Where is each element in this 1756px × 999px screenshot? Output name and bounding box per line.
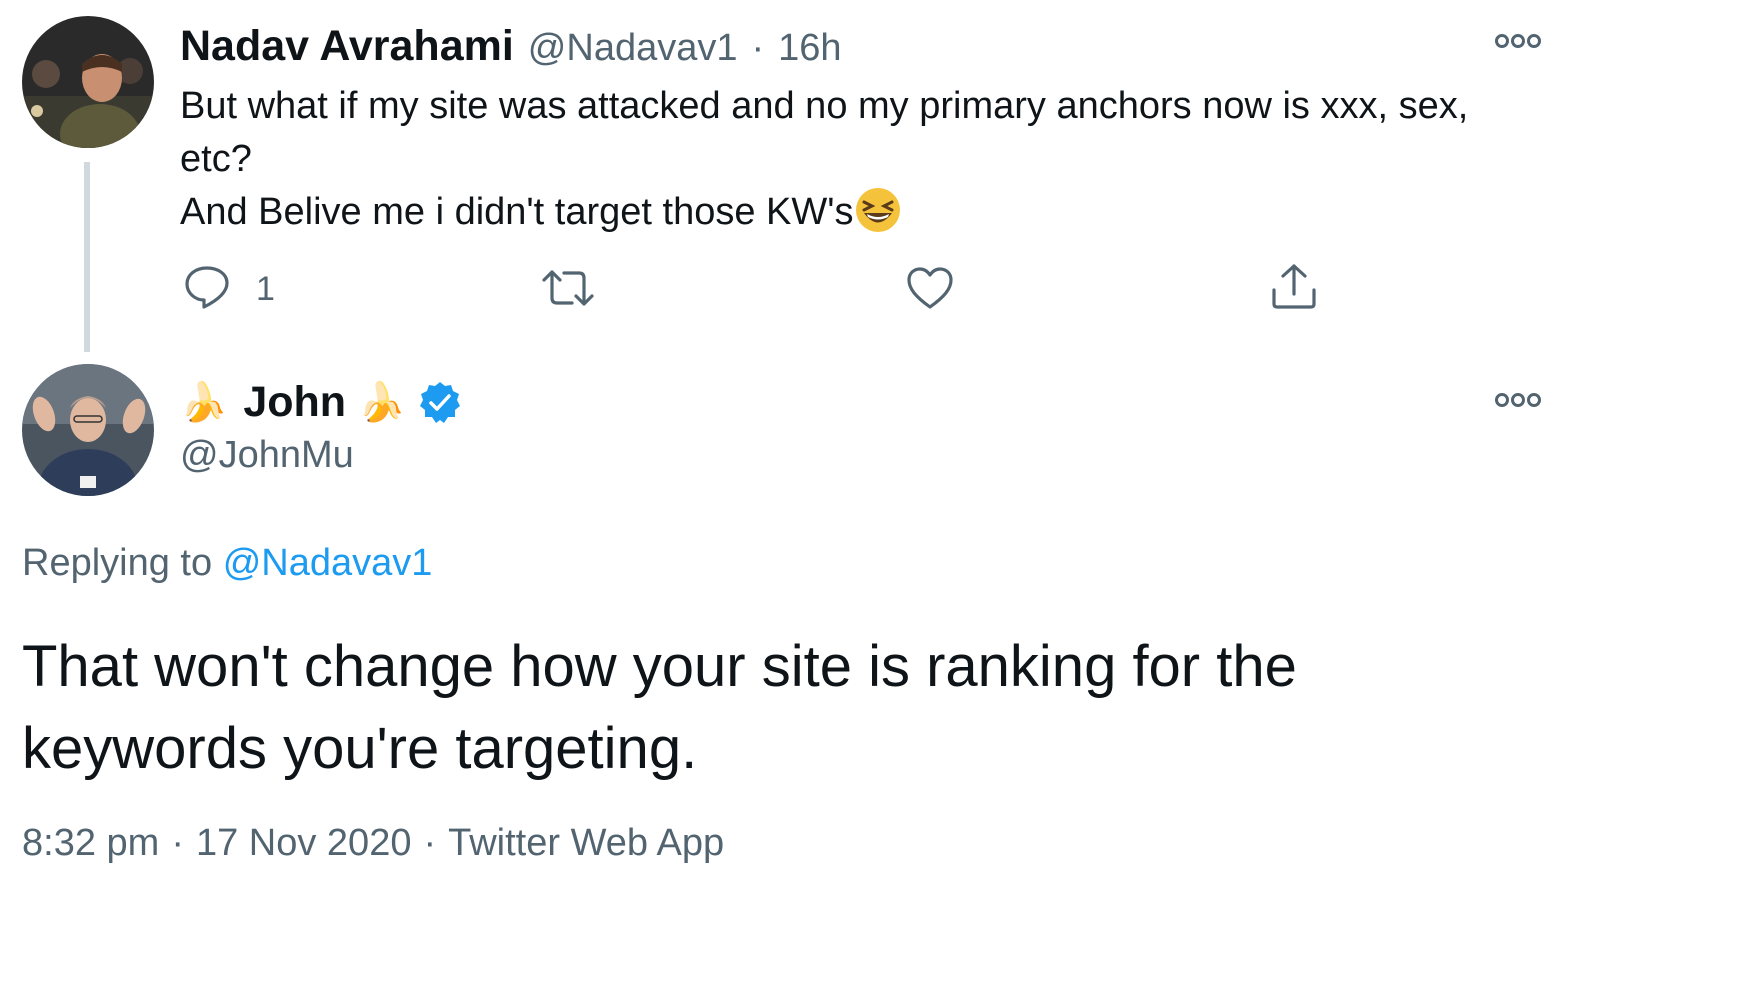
more-horizontal-icon[interactable] <box>1494 30 1542 52</box>
author-name[interactable]: John <box>243 378 346 427</box>
tweet-source[interactable]: Twitter Web App <box>448 822 724 865</box>
verified-badge-icon <box>417 380 463 426</box>
tweet-text-line: But what if my site was attacked and no … <box>180 85 1469 127</box>
separator: · <box>751 27 765 69</box>
tweet-time[interactable]: 8:32 pm <box>22 822 159 865</box>
replying-to-label: Replying to <box>22 542 213 584</box>
tweet-date[interactable]: 17 Nov 2020 <box>196 822 412 865</box>
avatar[interactable] <box>22 364 154 496</box>
reply-count: 1 <box>256 270 275 308</box>
heart-icon <box>906 267 954 314</box>
laughing-emoji <box>854 186 902 234</box>
reply-button[interactable]: 1 <box>184 264 275 315</box>
separator: · <box>423 822 437 864</box>
tweet-header: Nadav Avrahami @Nadavav1 · 16h <box>180 22 842 71</box>
tweet-text-line: etc? <box>180 138 252 180</box>
tweet-text-line-with-emoji: And Belive me i didn't target those KW's <box>180 186 1550 239</box>
share-icon <box>1270 264 1318 314</box>
tweet-text: But what if my site was attacked and no … <box>180 80 1550 239</box>
author-handle[interactable]: @JohnMu <box>180 434 354 477</box>
reply-icon <box>184 264 230 315</box>
retweet-icon <box>540 270 596 314</box>
author-handle[interactable]: @Nadavav1 <box>528 27 738 70</box>
more-horizontal-icon[interactable] <box>1494 389 1542 411</box>
tweet-timestamp: 8:32 pm · 17 Nov 2020 · Twitter Web App <box>22 822 724 865</box>
tweet-header: 🍌 John 🍌 <box>180 378 463 427</box>
author-name[interactable]: Nadav Avrahami <box>180 22 514 71</box>
banana-emoji: 🍌 <box>180 381 228 424</box>
tweet-text: That won't change how your site is ranki… <box>22 626 1297 790</box>
like-button[interactable] <box>906 266 954 315</box>
banana-emoji: 🍌 <box>358 381 406 424</box>
replying-to: Replying to @Nadavav1 <box>22 542 432 585</box>
tweet-time[interactable]: 16h <box>778 27 841 70</box>
tweet-text-line: And Belive me i didn't target those KW's <box>180 191 854 233</box>
avatar[interactable] <box>22 16 154 148</box>
tweet-text-line: keywords you're targeting. <box>22 716 698 781</box>
share-button[interactable] <box>1270 262 1318 315</box>
replying-to-handle[interactable]: @Nadavav1 <box>223 542 433 584</box>
separator: · <box>171 822 184 864</box>
tweet-text-line: That won't change how your site is ranki… <box>22 634 1297 699</box>
retweet-button[interactable] <box>540 266 596 315</box>
thread-line <box>84 162 90 352</box>
